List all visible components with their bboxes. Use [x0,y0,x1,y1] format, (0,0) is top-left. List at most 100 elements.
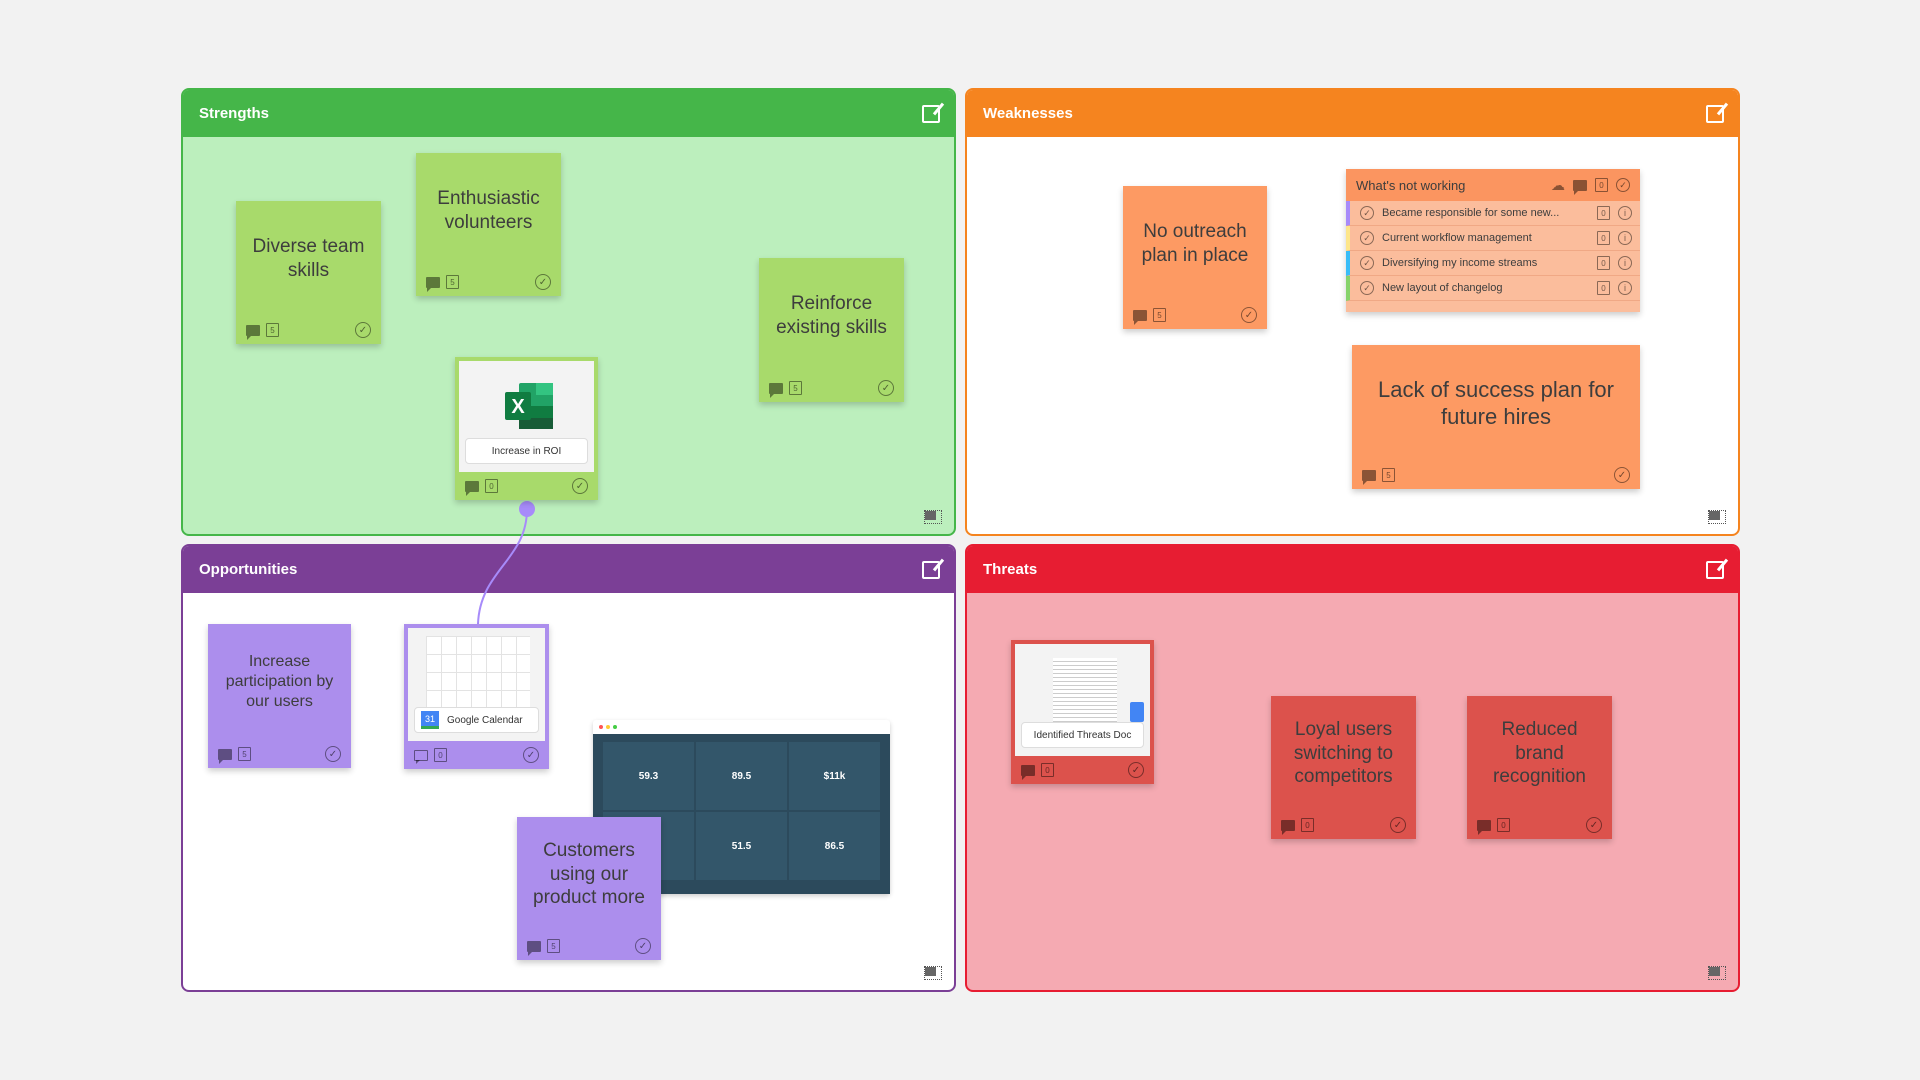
comment-icon[interactable] [769,382,783,398]
check-icon[interactable]: ✓ [1390,817,1406,833]
vote-count[interactable]: 0 [434,748,447,762]
vote-count[interactable]: 0 [1497,818,1510,832]
kpi-value: 59.3 [638,770,659,782]
list-title: What's not working [1356,177,1466,193]
sticky-note[interactable]: Reduced brand recognition 0 ✓ [1467,696,1612,839]
vote-count[interactable]: 5 [789,381,802,395]
vote-count[interactable]: 0 [485,479,498,493]
svg-text:X: X [511,396,525,418]
comment-icon[interactable] [1281,819,1295,835]
google-calendar-icon: 31 [421,711,439,729]
kpi-tile: 86.5 [789,812,880,880]
list-item-text: Diversifying my income streams [1382,257,1538,269]
check-icon[interactable]: ✓ [1360,231,1374,245]
comment-icon[interactable] [426,276,440,292]
vote-count[interactable]: 0 [1595,178,1608,192]
check-icon[interactable]: ✓ [535,274,551,290]
connector-handle [519,501,535,517]
file-card-google-doc[interactable]: Identified Threats Doc 0 ✓ [1011,640,1154,784]
sticky-note[interactable]: Reinforce existing skills 5 ✓ [759,258,904,402]
check-icon[interactable]: ✓ [1360,256,1374,270]
list-item-text: Became responsible for some new... [1382,207,1560,219]
file-card-excel[interactable]: X Increase in ROI 0 ✓ [455,357,598,500]
vote-count[interactable]: 0 [1041,763,1054,777]
kpi-value: 86.5 [824,840,845,852]
list-item[interactable]: ✓ Became responsible for some new... 0 i [1346,201,1640,226]
sticky-text: Diverse team skills [252,235,365,281]
check-icon[interactable]: ✓ [523,747,539,763]
info-icon[interactable]: i [1618,281,1632,295]
check-icon[interactable]: ✓ [1128,762,1144,778]
comment-icon[interactable] [218,748,232,764]
list-header: What's not working ☁ 0 ✓ [1346,169,1640,201]
list-item[interactable]: ✓ Current workflow management 0 i [1346,226,1640,251]
check-icon[interactable]: ✓ [1586,817,1602,833]
kpi-value: 51.5 [731,840,752,852]
comment-icon[interactable] [414,749,428,764]
comment-icon[interactable] [465,480,479,496]
cloud-download-icon[interactable]: ☁ [1551,177,1565,194]
vote-count[interactable]: 5 [547,939,560,953]
comment-icon[interactable] [1133,309,1147,325]
list-item-text: New layout of changelog [1382,282,1503,294]
kpi-tile: $11k [789,742,880,810]
sticky-note[interactable]: Increase participation by our users 5 ✓ [208,624,351,768]
vote-count[interactable]: 5 [266,323,279,337]
kpi-tile: 89.5 [696,742,787,810]
vote-count[interactable]: 5 [1153,308,1166,322]
info-icon[interactable]: i [1618,231,1632,245]
vote-count[interactable]: 0 [1597,281,1610,295]
check-icon[interactable]: ✓ [325,746,341,762]
vote-count[interactable]: 5 [1382,468,1395,482]
file-label: Google Calendar [447,714,523,726]
vote-count[interactable]: 5 [238,747,251,761]
check-icon[interactable]: ✓ [635,938,651,954]
sticky-note[interactable]: No outreach plan in place 5 ✓ [1123,186,1267,329]
list-card[interactable]: What's not working ☁ 0 ✓ ✓ Became respons… [1346,169,1640,312]
vote-count[interactable]: 0 [1597,206,1610,220]
sticky-text: Increase participation by our users [225,653,334,710]
sticky-text: No outreach plan in place [1141,220,1249,266]
vote-count[interactable]: 0 [1301,818,1314,832]
comment-icon[interactable] [246,324,260,340]
list-item[interactable]: ✓ New layout of changelog 0 i [1346,276,1640,301]
file-card-google-calendar[interactable]: 31 Google Calendar 0 ✓ [404,624,549,769]
check-icon[interactable]: ✓ [572,478,588,494]
check-icon[interactable]: ✓ [1360,206,1374,220]
check-icon[interactable]: ✓ [355,322,371,338]
check-icon[interactable]: ✓ [878,380,894,396]
file-label: Identified Threats Doc [1021,722,1144,748]
list-item[interactable]: ✓ Diversifying my income streams 0 i [1346,251,1640,276]
connector-line[interactable] [0,0,1920,1080]
check-icon[interactable]: ✓ [1241,307,1257,323]
sticky-note[interactable]: Lack of success plan for future hires 5 ✓ [1352,345,1640,489]
check-icon[interactable]: ✓ [1616,178,1630,192]
kpi-value: $11k [823,770,846,782]
excel-icon: X [505,383,553,429]
calendar-preview [426,636,530,716]
info-icon[interactable]: i [1618,206,1632,220]
vote-count[interactable]: 5 [446,275,459,289]
sticky-text: Reduced brand recognition [1493,718,1586,788]
kpi-value: 89.5 [731,770,752,782]
google-docs-icon [1130,702,1144,722]
info-icon[interactable]: i [1618,256,1632,270]
check-icon[interactable]: ✓ [1614,467,1630,483]
sticky-note[interactable]: Diverse team skills 5 ✓ [236,201,381,344]
sticky-text: Reinforce existing skills [776,293,887,338]
comment-icon[interactable] [1362,469,1376,485]
sticky-text: Loyal users switching to competitors [1293,718,1394,788]
vote-count[interactable]: 0 [1597,256,1610,270]
comment-icon[interactable] [527,940,541,956]
comment-icon[interactable] [1573,179,1587,195]
check-icon[interactable]: ✓ [1360,281,1374,295]
kpi-tile: 51.5 [696,812,787,880]
vote-count[interactable]: 0 [1597,231,1610,245]
sticky-text: Enthusiastic volunteers [437,187,540,233]
sticky-note[interactable]: Loyal users switching to competitors 0 ✓ [1271,696,1416,839]
comment-icon[interactable] [1477,819,1491,835]
sticky-note[interactable]: Enthusiastic volunteers 5 ✓ [416,153,561,296]
comment-icon[interactable] [1021,764,1035,780]
list-item-text: Current workflow management [1382,232,1532,244]
sticky-note[interactable]: Customers using our product more 5 ✓ [517,817,661,960]
